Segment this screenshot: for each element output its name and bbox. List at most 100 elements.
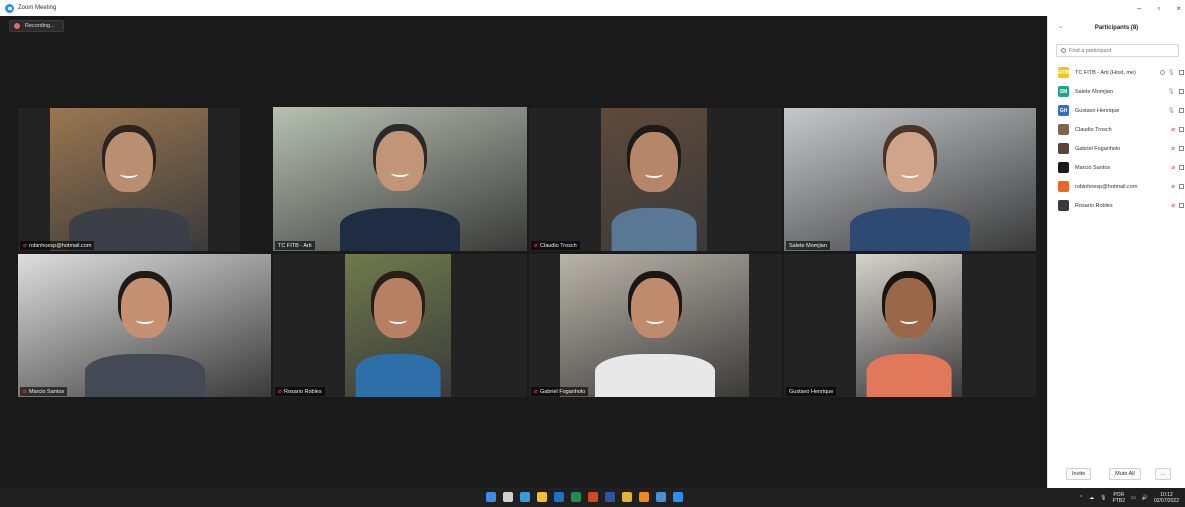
camera-icon[interactable]: [1179, 146, 1184, 151]
muted-mic-icon[interactable]: ⌀: [1171, 164, 1175, 171]
camera-icon[interactable]: [1179, 165, 1184, 170]
participant-video: [560, 254, 749, 397]
participant-row[interactable]: GH Gustavo Henrique 🎙: [1048, 101, 1185, 120]
video-tile[interactable]: Gustavo Henrique: [784, 254, 1036, 397]
participant-name: TC FITB - Arti: [278, 242, 312, 249]
participant-search[interactable]: [1056, 44, 1179, 57]
display-icon[interactable]: ▭: [1131, 495, 1136, 501]
volume-icon[interactable]: 🔊: [1142, 495, 1148, 501]
record-dot-icon: [14, 23, 20, 29]
participant-smile: [135, 316, 154, 325]
participant-name: Gustavo Henrique: [789, 388, 834, 395]
recording-indicator[interactable]: Recording...: [9, 20, 64, 32]
participant-list-name: Gabriel Foganholo: [1075, 145, 1121, 152]
participant-row[interactable]: SM Salete Momjian 🎙: [1048, 82, 1185, 101]
clock-date: 02/07/2022: [1153, 497, 1179, 504]
participant-name-label: ⌀ Claudio Trosch: [531, 241, 580, 250]
invite-button[interactable]: Invite: [1066, 468, 1092, 480]
minimize-button[interactable]: –: [1137, 4, 1141, 13]
muted-mic-icon[interactable]: ⌀: [1171, 126, 1175, 133]
participant-list-name: TC FITB - Arti (Host, me): [1075, 69, 1136, 76]
muted-mic-icon[interactable]: ⌀: [1171, 202, 1175, 209]
participants-title: Participants (8): [1094, 25, 1139, 31]
participant-row[interactable]: Marcio Santos ⌀: [1048, 158, 1185, 177]
explorer-icon[interactable]: [537, 492, 547, 502]
video-tile[interactable]: ⌀ Gabriel Foganholo: [529, 254, 782, 397]
search-icon[interactable]: [503, 492, 513, 502]
participant-video: [345, 254, 451, 397]
zoom-icon[interactable]: [673, 492, 683, 502]
mic-tray-icon[interactable]: 🎙: [1100, 495, 1106, 501]
video-tile[interactable]: TC FITB - Arti: [273, 107, 527, 251]
clock[interactable]: 10:12 02/07/2022: [1154, 492, 1179, 504]
participant-name-label: ⌀ Rosario Robles: [275, 387, 325, 396]
participant-smile: [645, 170, 663, 179]
powerpoint-icon[interactable]: [588, 492, 598, 502]
chrome-icon[interactable]: [622, 492, 632, 502]
camera-icon[interactable]: [1179, 89, 1184, 94]
mic-icon[interactable]: 🎙: [1167, 69, 1175, 76]
participant-list-name: robinhoesp@hotmail.com: [1075, 183, 1138, 190]
participant-list-name: Marcio Santos: [1075, 164, 1111, 171]
start-icon[interactable]: [486, 492, 496, 502]
collapse-chevron-icon[interactable]: ⌄: [1058, 23, 1063, 30]
camera-icon[interactable]: [1179, 70, 1184, 75]
host-options-icon[interactable]: [1160, 70, 1165, 75]
participant-name: Claudio Trosch: [540, 242, 577, 249]
mute-all-button[interactable]: Mute All: [1109, 468, 1141, 480]
more-options-button[interactable]: ...: [1154, 468, 1172, 480]
participant-body: [611, 208, 697, 251]
participant-avatar: [1058, 200, 1069, 211]
camera-icon[interactable]: [1179, 184, 1184, 189]
cloud-icon[interactable]: ☁: [1089, 495, 1094, 501]
edge-icon[interactable]: [520, 492, 530, 502]
participant-row[interactable]: Rosario Robles ⌀: [1048, 196, 1185, 215]
video-tile[interactable]: Salete Momjian: [784, 108, 1036, 251]
participant-name-label: ⌀ robinhoesp@hotmail.com: [20, 241, 95, 250]
mic-icon[interactable]: 🎙: [1167, 107, 1175, 114]
camera-icon[interactable]: [1179, 127, 1184, 132]
participant-figure: [835, 108, 985, 251]
muted-mic-icon[interactable]: ⌀: [1171, 145, 1175, 152]
search-icon: [1061, 48, 1066, 53]
muted-mic-icon: ⌀: [278, 388, 282, 395]
camera-icon[interactable]: [1179, 108, 1184, 113]
muted-mic-icon[interactable]: ⌀: [1171, 183, 1175, 190]
word-icon[interactable]: [605, 492, 615, 502]
participant-row[interactable]: Gabriel Foganholo ⌀: [1048, 139, 1185, 158]
participant-row[interactable]: robinhoesp@hotmail.com ⌀: [1048, 177, 1185, 196]
participant-row[interactable]: Claudio Trosch ⌀: [1048, 120, 1185, 139]
vlc-icon[interactable]: [639, 492, 649, 502]
camera-icon[interactable]: [1179, 203, 1184, 208]
participant-face: [105, 132, 153, 193]
participant-row[interactable]: FITB TC FITB - Arti (Host, me) 🎙: [1048, 63, 1185, 82]
participant-video: [601, 108, 707, 251]
video-tile[interactable]: ⌀ Rosario Robles: [273, 254, 527, 397]
video-tile[interactable]: ⌀ robinhoesp@hotmail.com: [18, 108, 240, 251]
video-tile[interactable]: ⌀ Marcio Santos: [18, 254, 271, 397]
tasks-icon[interactable]: [656, 492, 666, 502]
language-indicator[interactable]: POR PTB2: [1112, 492, 1125, 504]
participant-list: FITB TC FITB - Arti (Host, me) 🎙 SM Salete M…: [1048, 63, 1185, 215]
excel-icon[interactable]: [571, 492, 581, 502]
participant-face: [885, 278, 933, 339]
mic-icon[interactable]: 🎙: [1167, 88, 1175, 95]
participant-avatar: FITB: [1058, 67, 1069, 78]
participant-figure: [325, 107, 475, 251]
close-button[interactable]: ×: [1176, 4, 1181, 13]
outlook-icon[interactable]: [554, 492, 564, 502]
participant-name-label: ⌀ Gabriel Foganholo: [531, 387, 589, 396]
participant-figure: [580, 254, 730, 397]
muted-mic-icon: ⌀: [534, 242, 538, 249]
participant-name: Rosario Robles: [284, 388, 322, 395]
tray-chevron-icon[interactable]: ⌃: [1079, 495, 1083, 501]
muted-mic-icon: ⌀: [534, 388, 538, 395]
participant-list-name: Rosario Robles: [1075, 202, 1113, 209]
participant-body: [84, 354, 205, 397]
keyboard-layout: PTB2: [1112, 497, 1125, 504]
participant-search-input[interactable]: [1069, 47, 1169, 54]
participant-list-name: Claudio Trosch: [1075, 126, 1112, 133]
participant-avatar: [1058, 181, 1069, 192]
maximize-button[interactable]: ▫: [1157, 4, 1160, 13]
video-tile[interactable]: ⌀ Claudio Trosch: [529, 108, 782, 251]
